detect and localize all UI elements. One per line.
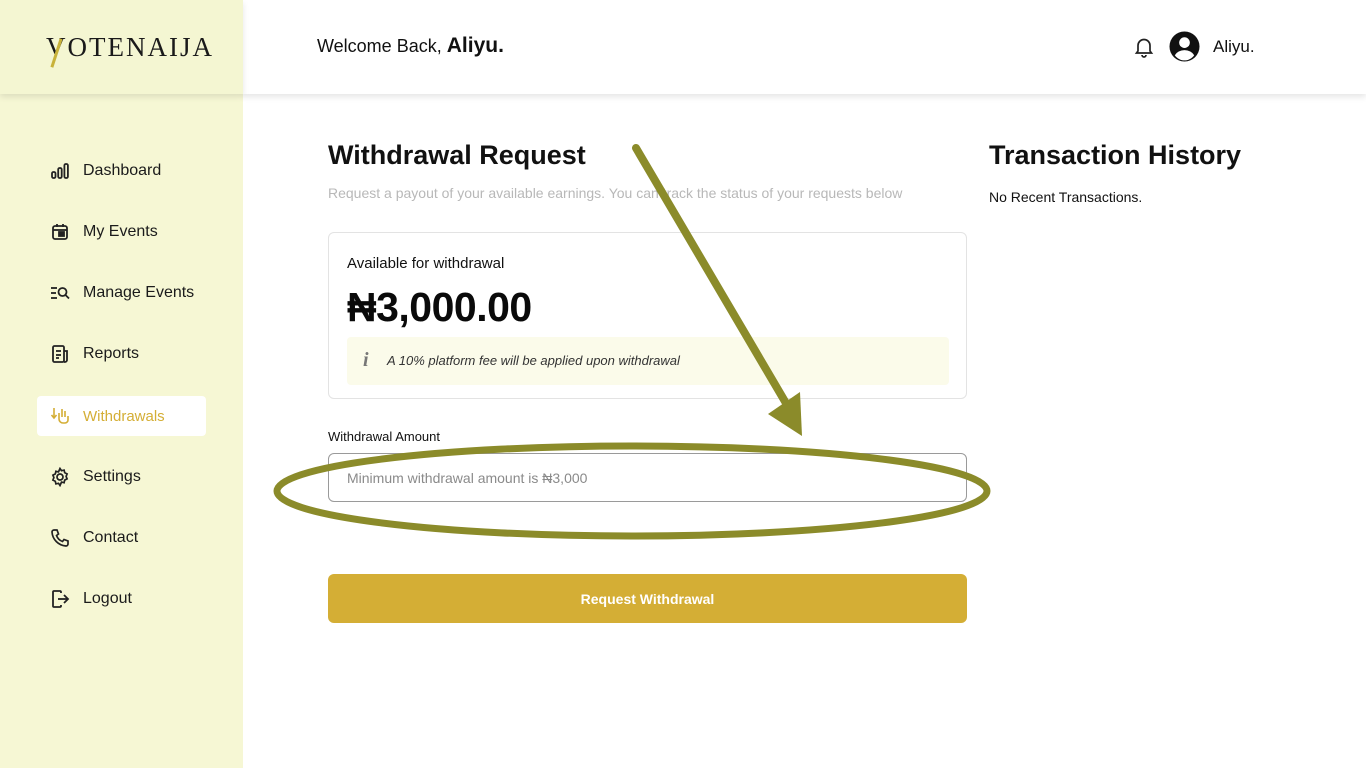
sidebar-item-label: Reports: [83, 345, 140, 362]
page-title: Withdrawal Request: [328, 140, 586, 170]
withdraw-icon: [50, 408, 69, 424]
user-name[interactable]: Aliyu.: [1213, 37, 1255, 57]
sidebar-item-label: Contact: [83, 529, 139, 546]
sidebar-item-my-events[interactable]: My Events: [37, 212, 206, 252]
bar-chart-icon: [51, 163, 69, 179]
sidebar-item-label: Dashboard: [83, 162, 162, 179]
request-withdrawal-button[interactable]: Request Withdrawal: [328, 574, 967, 623]
withdrawal-amount-input[interactable]: [328, 453, 967, 502]
sidebar: VOTENAIJA Dashboard My Events Manage Eve…: [0, 0, 243, 768]
sidebar-item-label: Manage Events: [83, 284, 195, 301]
sidebar-item-settings[interactable]: Settings: [37, 457, 206, 497]
sidebar-item-label: My Events: [83, 223, 158, 240]
withdrawal-amount-label: Withdrawal Amount: [328, 429, 440, 444]
balance-card: Available for withdrawal ₦3,000.00 i A 1…: [328, 232, 967, 399]
bell-icon[interactable]: [1133, 36, 1155, 58]
sidebar-item-label: Settings: [83, 468, 141, 485]
fee-notice: i A 10% platform fee will be applied upo…: [347, 337, 949, 385]
available-label: Available for withdrawal: [347, 255, 505, 272]
transaction-history-title: Transaction History: [989, 140, 1242, 170]
welcome-message: Welcome Back, Aliyu.: [317, 34, 504, 58]
logout-icon: [52, 590, 70, 608]
sidebar-item-reports[interactable]: Reports: [37, 334, 206, 374]
sidebar-item-manage-events[interactable]: Manage Events: [37, 273, 206, 313]
info-icon: i: [363, 349, 369, 371]
available-amount: ₦3,000.00: [347, 284, 532, 330]
app-logo[interactable]: VOTENAIJA: [46, 32, 214, 63]
top-bar: Welcome Back, Aliyu. Aliyu.: [243, 0, 1366, 94]
calendar-icon: [52, 224, 68, 240]
welcome-name: Aliyu.: [446, 34, 504, 57]
sidebar-item-label: Withdrawals: [83, 407, 165, 425]
list-search-icon: [51, 287, 70, 300]
sidebar-item-dashboard[interactable]: Dashboard: [37, 151, 206, 191]
fee-note: A 10% platform fee will be applied upon …: [387, 353, 680, 368]
report-icon: [52, 345, 68, 363]
gear-icon: [51, 467, 69, 487]
transaction-history-empty: No Recent Transactions.: [989, 189, 1143, 205]
page-subtitle: Request a payout of your available earni…: [328, 185, 903, 201]
sidebar-item-logout[interactable]: Logout: [37, 579, 206, 619]
sidebar-item-contact[interactable]: Contact: [37, 518, 206, 558]
sidebar-item-withdrawals[interactable]: Withdrawals: [37, 396, 206, 436]
sidebar-item-label: Logout: [83, 590, 132, 607]
avatar-icon[interactable]: [1169, 31, 1200, 62]
logo-area: VOTENAIJA: [0, 0, 243, 94]
phone-icon: [51, 529, 69, 547]
welcome-prefix: Welcome Back,: [317, 36, 442, 56]
